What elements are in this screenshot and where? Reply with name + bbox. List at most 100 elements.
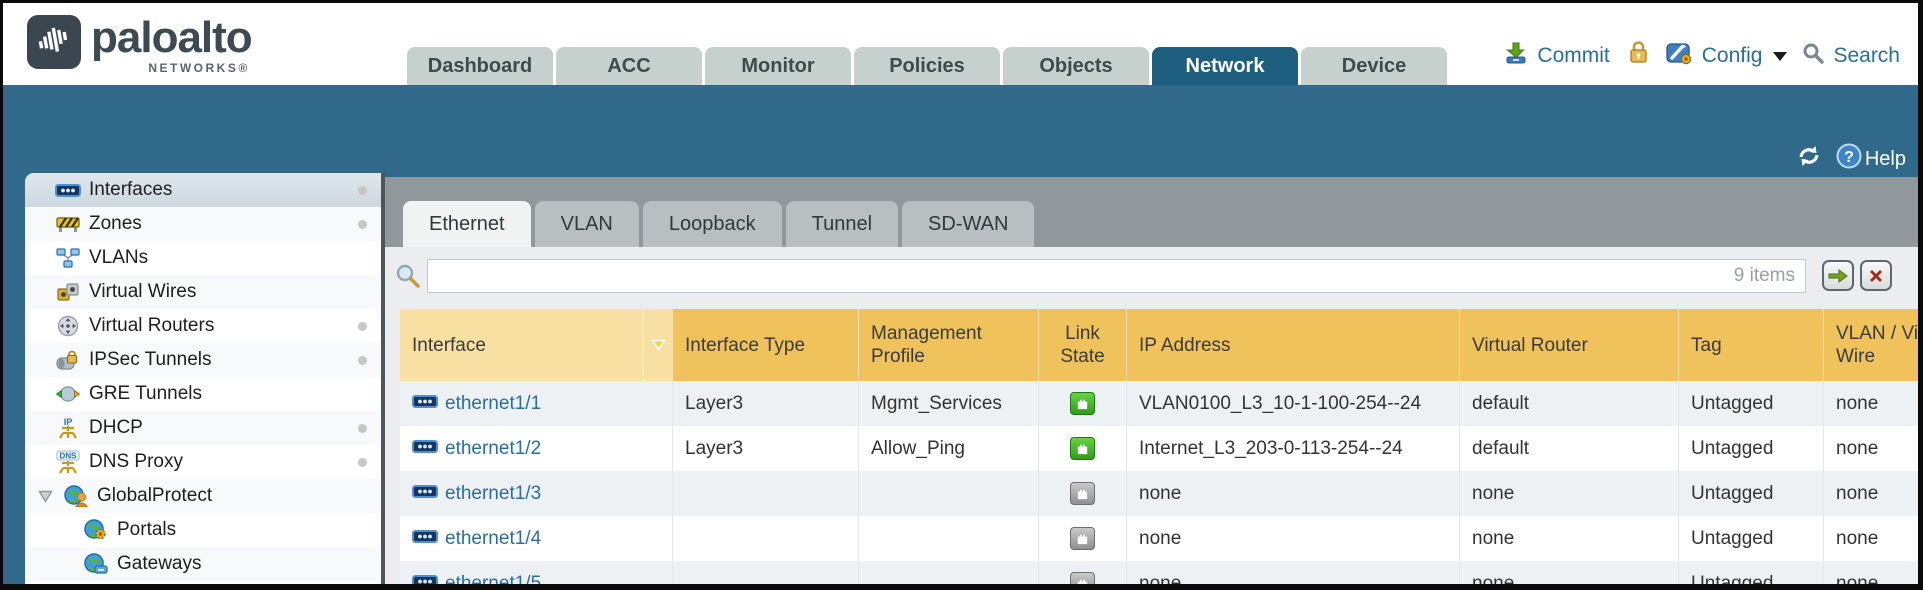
paloalto-networks-app: paloalto NETWORKS® Dashboard ACC Monitor… bbox=[0, 0, 1923, 590]
interface-link[interactable]: ethernet1/1 bbox=[445, 393, 541, 415]
brand-subtitle: NETWORKS® bbox=[148, 61, 249, 75]
interface-link[interactable]: ethernet1/3 bbox=[445, 483, 541, 505]
search-button[interactable]: Search bbox=[1833, 44, 1900, 68]
apply-filter-button[interactable] bbox=[1822, 260, 1854, 291]
sidebar-item-virtual-wires[interactable]: Virtual Wires bbox=[25, 275, 381, 309]
table-row[interactable]: ethernet1/5 none none Untagged none bbox=[400, 561, 1918, 584]
network-content: Ethernet VLAN Loopback Tunnel SD-WAN 9 i… bbox=[385, 177, 1918, 584]
collapse-triangle-icon[interactable] bbox=[37, 489, 53, 503]
link-state-icon bbox=[1070, 437, 1095, 460]
vlans-icon bbox=[55, 247, 81, 269]
sidebar-item-dns-proxy[interactable]: DNS DNS Proxy bbox=[25, 445, 381, 479]
sidebar-item-gre-tunnels[interactable]: GRE Tunnels bbox=[25, 377, 381, 411]
gateways-icon bbox=[83, 553, 109, 575]
interface-icon bbox=[412, 528, 438, 550]
paloalto-waves-icon bbox=[27, 15, 81, 69]
link-state-icon bbox=[1070, 392, 1095, 415]
sidebar-item-vlans[interactable]: VLANs bbox=[25, 241, 381, 275]
table-row[interactable]: ethernet1/4 none none Untagged none bbox=[400, 516, 1918, 561]
interface-icon bbox=[412, 483, 438, 505]
virtual-routers-icon bbox=[55, 315, 81, 337]
table-row[interactable]: ethernet1/1 Layer3 Mgmt_Services VLAN010… bbox=[400, 381, 1918, 426]
sidebar-item-gateways[interactable]: Gateways bbox=[25, 547, 381, 581]
sidebar-item-virtual-routers[interactable]: Virtual Routers bbox=[25, 309, 381, 343]
tab-dashboard[interactable]: Dashboard bbox=[407, 47, 553, 85]
sidebar-item-ipsec-tunnels[interactable]: IPSec Tunnels bbox=[25, 343, 381, 377]
column-header-tag[interactable]: Tag bbox=[1678, 309, 1823, 381]
brand-name: paloalto bbox=[91, 15, 252, 61]
interface-cell: ethernet1/2 bbox=[400, 426, 672, 471]
interface-cell: ethernet1/5 bbox=[400, 561, 672, 584]
sidebar-item-globalprotect[interactable]: GlobalProtect bbox=[25, 479, 381, 513]
gre-tunnels-icon bbox=[55, 383, 81, 405]
item-dot bbox=[358, 458, 367, 467]
virtual-wires-icon bbox=[55, 281, 81, 303]
interface-cell: ethernet1/3 bbox=[400, 471, 672, 516]
column-header-virtual-router[interactable]: Virtual Router bbox=[1459, 309, 1678, 381]
item-dot bbox=[358, 322, 367, 331]
tab-objects[interactable]: Objects bbox=[1003, 47, 1149, 85]
main-nav-tabs: Dashboard ACC Monitor Policies Objects N… bbox=[407, 47, 1447, 85]
lock-icon[interactable] bbox=[1627, 41, 1649, 71]
dns-proxy-icon: DNS bbox=[55, 451, 81, 473]
tab-device[interactable]: Device bbox=[1301, 47, 1447, 85]
tab-loopback[interactable]: Loopback bbox=[643, 201, 782, 247]
item-dot bbox=[358, 186, 367, 195]
link-state-icon bbox=[1070, 482, 1095, 505]
sort-dropdown-icon[interactable] bbox=[643, 309, 672, 381]
app-frame: paloalto NETWORKS® Dashboard ACC Monitor… bbox=[3, 3, 1918, 584]
tab-network[interactable]: Network bbox=[1152, 47, 1298, 85]
clear-filter-button[interactable] bbox=[1860, 260, 1892, 291]
column-header-management-profile[interactable]: Management Profile bbox=[858, 309, 1038, 381]
config-icon bbox=[1666, 41, 1693, 71]
column-header-ip-address[interactable]: IP Address bbox=[1126, 309, 1459, 381]
column-header-interface-type[interactable]: Interface Type bbox=[672, 309, 858, 381]
sidebar-item-dhcp[interactable]: IP DHCP bbox=[25, 411, 381, 445]
refresh-icon[interactable] bbox=[1796, 144, 1822, 174]
table-header: Interface Interface Type Management Prof… bbox=[400, 309, 1918, 381]
svg-text:IP: IP bbox=[64, 417, 73, 427]
interface-link[interactable]: ethernet1/2 bbox=[445, 438, 541, 460]
tab-vlan[interactable]: VLAN bbox=[535, 201, 639, 247]
svg-text:?: ? bbox=[1844, 149, 1854, 166]
interface-type-tabs: Ethernet VLAN Loopback Tunnel SD-WAN bbox=[403, 201, 1034, 247]
tab-sdwan[interactable]: SD-WAN bbox=[902, 201, 1034, 247]
item-dot bbox=[358, 220, 367, 229]
globalprotect-icon bbox=[63, 485, 89, 507]
link-state-icon bbox=[1070, 572, 1095, 584]
interfaces-table: Interface Interface Type Management Prof… bbox=[400, 309, 1918, 584]
ethernet-panel: 9 items Interface Interf bbox=[385, 247, 1918, 584]
sidebar-item-portals[interactable]: Portals bbox=[25, 513, 381, 547]
config-caret-icon[interactable] bbox=[1773, 52, 1787, 61]
tab-monitor[interactable]: Monitor bbox=[705, 47, 851, 85]
sidebar-item-zones[interactable]: Zones bbox=[25, 207, 381, 241]
filter-bar: 9 items bbox=[395, 259, 1918, 295]
tab-policies[interactable]: Policies bbox=[854, 47, 1000, 85]
table-row[interactable]: ethernet1/2 Layer3 Allow_Ping Internet_L… bbox=[400, 426, 1918, 471]
tab-ethernet[interactable]: Ethernet bbox=[403, 201, 531, 247]
table-row[interactable]: ethernet1/3 none none Untagged none bbox=[400, 471, 1918, 516]
search-icon bbox=[1802, 42, 1824, 70]
sidebar-item-interfaces[interactable]: Interfaces bbox=[25, 173, 381, 207]
dhcp-icon: IP bbox=[55, 417, 81, 439]
interface-link[interactable]: ethernet1/4 bbox=[445, 528, 541, 550]
help-icon[interactable]: ? bbox=[1836, 143, 1862, 175]
column-header-link-state[interactable]: Link State bbox=[1038, 309, 1126, 381]
tab-acc[interactable]: ACC bbox=[556, 47, 702, 85]
sub-header-band: ? Help bbox=[3, 85, 1918, 181]
commit-button[interactable]: Commit bbox=[1537, 44, 1609, 68]
link-state-icon bbox=[1070, 527, 1095, 550]
filter-input[interactable]: 9 items bbox=[427, 259, 1806, 293]
interface-link[interactable]: ethernet1/5 bbox=[445, 573, 541, 585]
svg-text:DNS: DNS bbox=[60, 451, 78, 460]
left-margin-strip bbox=[3, 85, 25, 584]
interface-icon bbox=[412, 573, 438, 585]
top-bar: paloalto NETWORKS® Dashboard ACC Monitor… bbox=[3, 3, 1918, 85]
item-dot bbox=[358, 356, 367, 365]
column-header-vlan-virtual-wire[interactable]: VLAN / Virtual Wire bbox=[1823, 309, 1918, 381]
top-actions: Commit Config bbox=[1504, 41, 1900, 71]
tab-tunnel[interactable]: Tunnel bbox=[786, 201, 898, 247]
column-header-interface[interactable]: Interface bbox=[400, 309, 672, 381]
help-link[interactable]: Help bbox=[1865, 148, 1906, 171]
config-button[interactable]: Config bbox=[1702, 44, 1763, 68]
